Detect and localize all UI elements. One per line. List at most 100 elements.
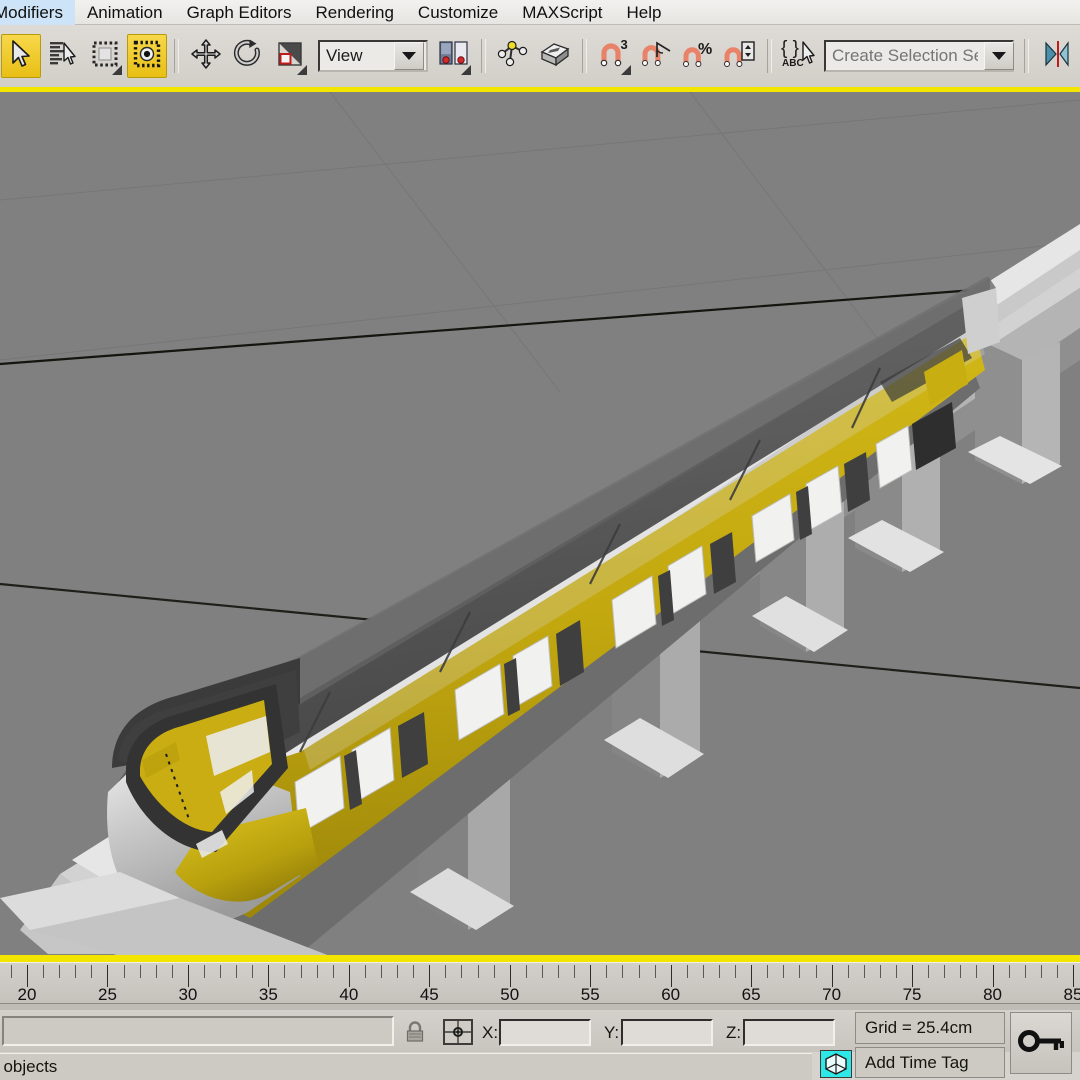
ruler-tick-minor — [767, 965, 769, 978]
ruler-tick-minor — [1024, 965, 1026, 978]
reference-coordinate-system-dropdown[interactable] — [394, 42, 424, 70]
menu-rendering[interactable]: Rendering — [303, 0, 405, 25]
ruler-tick-minor — [944, 965, 946, 978]
active-viewport-border-bottom — [0, 955, 1080, 962]
select-object-arrow-icon — [10, 39, 32, 74]
rectangular-selection-region-button[interactable] — [85, 34, 125, 78]
ruler-tick-minor — [139, 965, 141, 978]
mirror-axis-button[interactable] — [1036, 34, 1076, 78]
ruler-tick-label: 85 — [1063, 985, 1080, 1004]
mirror-icon — [538, 39, 572, 74]
ruler-tick-minor — [59, 965, 61, 978]
snaps-toggle-button[interactable]: 3 — [594, 34, 634, 78]
create-selection-set-input[interactable] — [826, 46, 984, 66]
ruler-tick-minor — [332, 965, 334, 978]
ruler-tick-major — [429, 965, 431, 987]
absolute-mode-transform-type-in-icon[interactable] — [443, 1019, 473, 1045]
angle-snap-toggle-icon — [639, 39, 673, 74]
svg-text:{ }: { } — [781, 38, 799, 59]
ruler-tick-minor — [477, 965, 479, 978]
select-and-move-button[interactable] — [186, 34, 226, 78]
ruler-tick-minor — [654, 965, 656, 978]
ruler-tick-major — [1073, 965, 1074, 987]
maxscript-mini-listener[interactable] — [2, 1016, 394, 1046]
ruler-tick-minor — [1008, 965, 1010, 978]
ruler-tick-label: 75 — [902, 985, 922, 1004]
percent-snap-toggle-button[interactable]: % — [678, 34, 718, 78]
select-and-scale-button[interactable] — [270, 34, 310, 78]
ruler-tick-label: 30 — [178, 985, 198, 1004]
ruler-tick-major — [590, 965, 592, 987]
x-coordinate-field[interactable] — [499, 1019, 591, 1046]
ruler-tick-minor — [686, 965, 688, 978]
status-prompt-text: t objects — [0, 1057, 58, 1076]
select-and-rotate-button[interactable] — [228, 34, 268, 78]
toolbar-separator — [174, 39, 179, 73]
ruler-tick-minor — [558, 965, 560, 978]
ruler-tick-major — [187, 965, 189, 987]
ruler-tick-minor — [300, 965, 302, 978]
z-coordinate-label: Z: — [726, 1023, 742, 1042]
ruler-tick-minor — [381, 965, 383, 978]
ruler-tick-minor — [236, 965, 238, 978]
select-and-scale-icon — [276, 40, 304, 73]
perspective-viewport[interactable] — [0, 92, 1080, 957]
ruler-tick-minor — [574, 965, 576, 978]
ruler-tick-minor — [316, 965, 318, 978]
ruler-tick-minor — [895, 965, 897, 978]
svg-text:%: % — [698, 41, 712, 58]
angle-snap-toggle-button[interactable] — [636, 34, 676, 78]
window-crossing-button[interactable] — [127, 34, 167, 78]
ruler-tick-minor — [702, 965, 704, 978]
ruler-tick-major — [831, 965, 833, 987]
menu-help[interactable]: Help — [615, 0, 674, 25]
ruler-tick-label: 70 — [822, 985, 842, 1004]
mirror-selected-objects-button[interactable] — [535, 34, 575, 78]
reference-coordinate-system-combo[interactable]: View — [318, 40, 428, 72]
use-pivot-point-center-button[interactable] — [434, 34, 474, 78]
ruler-tick-minor — [123, 965, 125, 978]
menu-modifiers[interactable]: Modifiers — [0, 0, 75, 25]
ruler-tick-minor — [928, 965, 930, 978]
3dsmax-window: Modifiers Animation Graph Editors Render… — [0, 0, 1080, 1080]
toolbar-separator-5 — [1024, 39, 1029, 73]
train-rear-cap — [962, 288, 1000, 354]
menu-graph-editors[interactable]: Graph Editors — [175, 0, 304, 25]
toolbar-separator-3 — [582, 39, 587, 73]
ruler-tick-minor — [284, 965, 286, 978]
menu-animation[interactable]: Animation — [75, 0, 175, 25]
spinner-snap-toggle-button[interactable] — [720, 34, 760, 78]
ruler-tick-minor — [847, 965, 849, 978]
named-selection-sets-button[interactable]: { } ABC — [779, 34, 819, 78]
ruler-tick-label: 60 — [661, 985, 681, 1004]
ruler-tick-minor — [863, 965, 865, 978]
lock-selection-icon[interactable] — [405, 1021, 425, 1048]
set-key-button[interactable] — [1010, 1012, 1072, 1074]
menu-bar: Modifiers Animation Graph Editors Render… — [0, 0, 1080, 25]
ruler-tick-minor — [204, 965, 205, 978]
time-ruler[interactable]: 20 25 30 35 40 45 50 55 60 65 70 75 80 85 — [0, 962, 1080, 1012]
menu-customize[interactable]: Customize — [406, 0, 510, 25]
select-object-button[interactable] — [1, 34, 41, 78]
monorail-train — [107, 276, 1000, 954]
z-coordinate-field[interactable] — [743, 1019, 835, 1046]
select-and-link-button[interactable] — [493, 34, 533, 78]
status-prompt-bar: t objects — [0, 1053, 812, 1080]
toolbar-separator-4 — [767, 39, 772, 73]
window-crossing-icon — [133, 40, 161, 73]
mirror-axis-icon — [1043, 39, 1069, 74]
y-coordinate-field[interactable] — [621, 1019, 713, 1046]
use-pivot-point-center-icon — [438, 39, 470, 74]
y-coordinate-label: Y: — [604, 1023, 620, 1042]
ruler-tick-minor — [815, 965, 817, 978]
select-by-name-button[interactable] — [43, 34, 83, 78]
set-key-icon — [1018, 1027, 1065, 1060]
ruler-tick-minor — [364, 965, 366, 978]
add-time-tag-button[interactable]: Add Time Tag — [855, 1047, 1005, 1078]
ruler-tick-label: 55 — [580, 985, 600, 1004]
time-tag-cube-icon[interactable] — [820, 1050, 852, 1078]
create-selection-set-dropdown[interactable] — [984, 42, 1014, 70]
svg-text:3: 3 — [621, 39, 628, 52]
menu-maxscript[interactable]: MAXScript — [510, 0, 614, 25]
create-selection-set-combo[interactable] — [824, 40, 1014, 72]
